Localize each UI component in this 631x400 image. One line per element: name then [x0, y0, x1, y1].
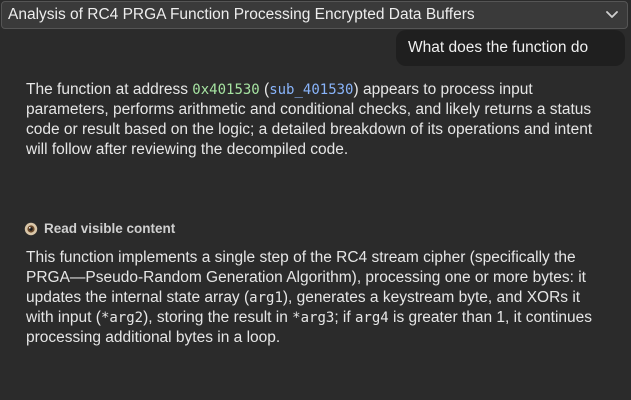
assistant-answer: This function implements a single step o…: [26, 248, 606, 348]
response-text: (: [259, 81, 270, 98]
tool-call-read-visible-content[interactable]: Read visible content: [24, 221, 175, 236]
code-arg3: *arg3: [292, 310, 335, 326]
user-message-text: What does the function do: [408, 39, 589, 56]
response-text: The function at address: [26, 81, 193, 98]
conversation-title-select[interactable]: Analysis of RC4 PRGA Function Processing…: [1, 1, 628, 29]
code-arg2: *arg2: [100, 310, 144, 326]
user-message-bubble: What does the function do: [396, 30, 625, 66]
function-address: 0x401530: [192, 82, 260, 98]
chevron-down-icon: [605, 8, 619, 22]
answer-text: ; if: [334, 309, 355, 326]
code-arg1: arg1: [249, 290, 283, 306]
code-arg4: arg4: [354, 310, 389, 326]
eye-icon: [24, 222, 38, 236]
function-symbol: sub_401530: [269, 82, 354, 98]
assistant-response: The function at address 0x401530 (sub_40…: [26, 80, 606, 160]
conversation-title: Analysis of RC4 PRGA Function Processing…: [8, 6, 475, 23]
answer-text: ), storing the result in: [143, 309, 293, 326]
tool-call-label: Read visible content: [44, 221, 176, 236]
chat-window: Analysis of RC4 PRGA Function Processing…: [0, 0, 631, 400]
